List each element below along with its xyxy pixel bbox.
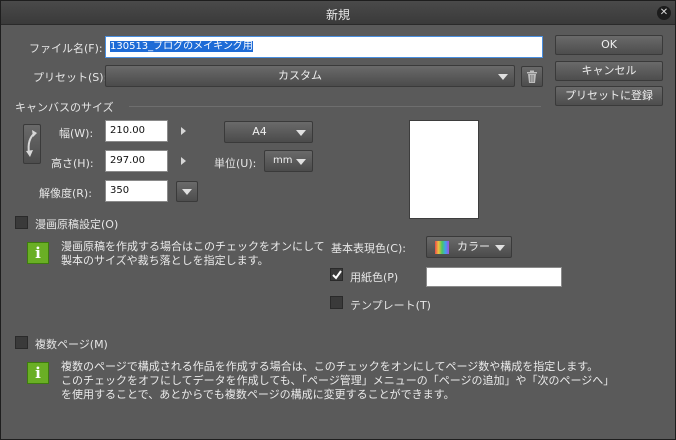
chevron-down-icon: [296, 130, 306, 136]
template-label: テンプレート(T): [350, 299, 431, 312]
file-name-label: ファイル名(F):: [29, 42, 103, 55]
trash-icon: [527, 70, 537, 83]
new-file-dialog: 新規 ✕ ファイル名(F): 130513_ブログのメイキング用 プリセット(S…: [0, 0, 676, 440]
width-label: 幅(W):: [59, 127, 94, 140]
checkmark-icon: [332, 270, 342, 280]
multipage-info-line1: 複数のページで構成される作品を作成する場合は、このチェックをオンにしてページ数や…: [61, 360, 599, 373]
register-preset-button[interactable]: プリセットに登録: [555, 86, 663, 106]
unit-dropdown[interactable]: mm: [264, 150, 313, 172]
manga-settings-label: 漫画原稿設定(O): [35, 218, 119, 231]
delete-preset-button[interactable]: [521, 66, 543, 87]
resolution-label: 解像度(R):: [39, 187, 92, 200]
manga-info-line2: 製本のサイズや裁ち落としを指定します。: [61, 254, 269, 267]
info-icon: i: [27, 242, 49, 264]
resolution-input[interactable]: 350: [105, 180, 168, 202]
width-input[interactable]: 210.00: [105, 120, 168, 142]
paper-size-dropdown[interactable]: A4: [224, 121, 313, 143]
file-name-value: 130513_ブログのメイキング用: [110, 41, 253, 52]
height-input[interactable]: 297.00: [105, 150, 168, 172]
resolution-dropdown-button[interactable]: [176, 181, 198, 202]
manga-settings-checkbox[interactable]: [15, 216, 28, 229]
section-divider: [129, 106, 541, 107]
file-name-input[interactable]: 130513_ブログのメイキング用: [105, 36, 543, 58]
template-checkbox[interactable]: [330, 296, 343, 309]
multipage-label: 複数ページ(M): [35, 338, 108, 351]
title-bar: 新規 ✕: [1, 1, 675, 25]
multipage-info-line3: を使用することで、あとからでも複数ページの構成に変更することができます。: [61, 388, 455, 401]
info-icon: i: [27, 362, 49, 384]
basic-color-value: カラー: [457, 240, 490, 253]
height-label: 高さ(H):: [51, 157, 94, 170]
multipage-info-line2: このチェックをオフにしてデータを作成しても、「ページ管理」メニューの「ページの追…: [61, 374, 615, 387]
paper-color-swatch[interactable]: [426, 267, 562, 287]
ok-button[interactable]: OK: [555, 35, 663, 55]
cancel-button[interactable]: キャンセル: [555, 61, 663, 81]
basic-color-dropdown[interactable]: カラー: [426, 236, 512, 258]
chevron-down-icon: [495, 245, 505, 251]
chevron-down-icon: [498, 74, 508, 80]
chevron-right-icon[interactable]: [181, 157, 186, 165]
orientation-toggle-button[interactable]: [23, 124, 41, 164]
color-swatch-icon: [435, 241, 449, 254]
chevron-right-icon[interactable]: [181, 127, 186, 135]
chevron-down-icon: [296, 159, 306, 165]
paper-color-checkbox[interactable]: [330, 268, 343, 281]
canvas-size-heading: キャンバスのサイズ: [15, 101, 114, 114]
basic-color-label: 基本表現色(C):: [331, 242, 406, 255]
window-title: 新規: [325, 8, 350, 22]
multipage-checkbox[interactable]: [15, 336, 28, 349]
close-icon[interactable]: ✕: [657, 6, 671, 20]
preset-dropdown[interactable]: カスタム: [105, 65, 515, 87]
manga-info-line1: 漫画原稿を作成する場合はこのチェックをオンにして: [61, 240, 325, 253]
preset-value: カスタム: [278, 69, 322, 82]
chevron-down-icon: [182, 189, 192, 195]
rotate-orientation-icon: [26, 130, 37, 157]
unit-label: 単位(U):: [214, 157, 257, 170]
canvas-preview: [409, 120, 479, 219]
paper-color-label: 用紙色(P): [350, 271, 399, 284]
preset-label: プリセット(S):: [33, 71, 108, 84]
